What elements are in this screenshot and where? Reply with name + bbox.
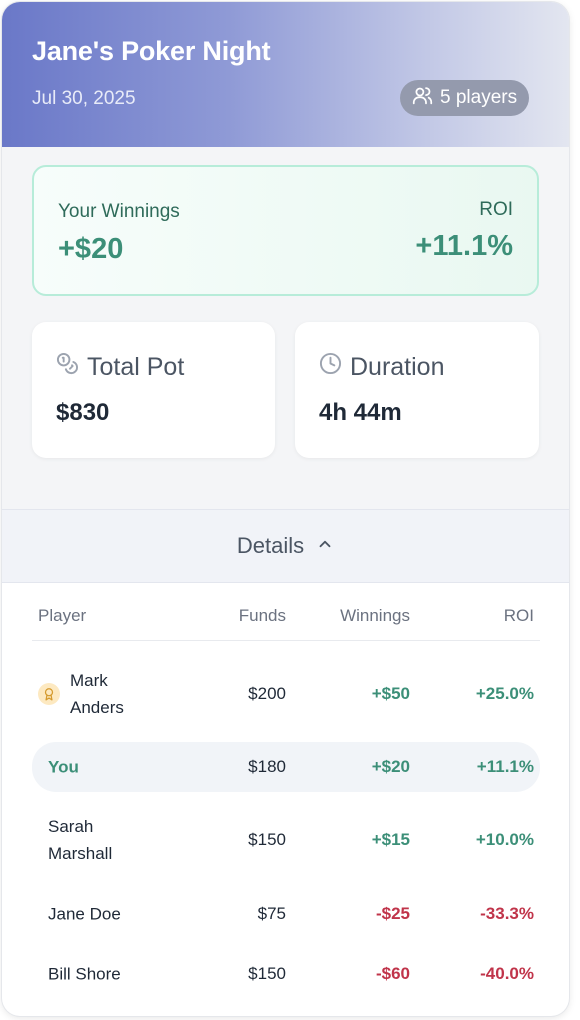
player-funds: $200 — [248, 684, 286, 703]
player-name: Sarah Marshall — [48, 813, 112, 867]
table-row-you: You $180 +$20 +11.1% — [32, 742, 540, 792]
player-funds: $150 — [248, 964, 286, 983]
player-winnings: +$15 — [371, 830, 410, 849]
player-name-line: Anders — [70, 698, 124, 717]
duration-header: Duration — [319, 352, 445, 382]
player-name: Jane Doe — [48, 904, 121, 924]
player-funds: $150 — [248, 830, 286, 849]
total-pot-label: Total Pot — [87, 352, 185, 381]
roi-label: ROI — [479, 199, 513, 220]
players-table: Player Funds Winnings ROI Mark Anders $2… — [32, 584, 540, 984]
session-title: Jane's Poker Night — [32, 36, 271, 66]
chevron-up-icon — [316, 533, 334, 559]
details-toggle[interactable]: Details — [2, 509, 569, 583]
coins-icon — [56, 352, 79, 382]
table-row: Sarah Marshall $150 +$15 +10.0% — [32, 800, 540, 880]
player-name: Mark Anders — [70, 667, 124, 721]
winnings-value: +$20 — [58, 233, 124, 265]
total-pot-value: $830 — [56, 399, 110, 426]
duration-card: Duration 4h 44m — [295, 322, 539, 458]
table-row: Jane Doe $75 -$25 -33.3% — [32, 884, 540, 944]
players-count: 5 players — [440, 87, 518, 108]
table-row: Mark Anders $200 +$50 +25.0% — [32, 654, 540, 734]
header-funds: Funds — [238, 606, 286, 625]
player-name: You — [48, 757, 79, 777]
players-badge: 5 players — [400, 80, 530, 116]
player-winnings: +$50 — [371, 684, 410, 703]
total-pot-header: Total Pot — [56, 352, 184, 382]
roi-value: +11.1% — [415, 230, 513, 262]
total-pot-card: Total Pot $830 — [32, 322, 275, 458]
session-date: Jul 30, 2025 — [32, 88, 136, 109]
player-name-line: Sarah — [48, 817, 94, 836]
winnings-label: Your Winnings — [58, 201, 180, 222]
session-header: Jane's Poker Night Jul 30, 2025 5 player… — [2, 2, 569, 147]
player-funds: $180 — [248, 757, 286, 776]
users-icon — [412, 85, 433, 112]
player-roi: -33.3% — [480, 904, 534, 923]
table-header: Player Funds Winnings ROI — [32, 584, 540, 641]
duration-label: Duration — [350, 352, 445, 381]
player-name-line: Marshall — [48, 844, 113, 863]
header-winnings: Winnings — [340, 606, 410, 625]
table-row: Bill Shore $150 -$60 -40.0% — [32, 944, 540, 1004]
player-name-line: Mark — [70, 671, 108, 690]
clock-icon — [319, 352, 342, 382]
header-player: Player — [38, 606, 87, 625]
player-winnings: -$60 — [375, 964, 410, 983]
player-roi: +25.0% — [475, 684, 534, 703]
player-roi: -40.0% — [480, 964, 534, 983]
session-card: Jane's Poker Night Jul 30, 2025 5 player… — [2, 2, 569, 1016]
winnings-card: Your Winnings +$20 ROI +11.1% — [32, 165, 539, 296]
player-roi: +10.0% — [475, 830, 534, 849]
player-roi: +11.1% — [476, 757, 534, 776]
details-label: Details — [236, 533, 305, 558]
medal-icon — [38, 683, 60, 705]
player-winnings: -$25 — [375, 904, 410, 923]
player-funds: $75 — [257, 904, 286, 923]
header-roi: ROI — [503, 606, 534, 625]
player-winnings: +$20 — [371, 757, 410, 776]
player-name: Bill Shore — [48, 964, 121, 984]
duration-value: 4h 44m — [319, 399, 402, 426]
